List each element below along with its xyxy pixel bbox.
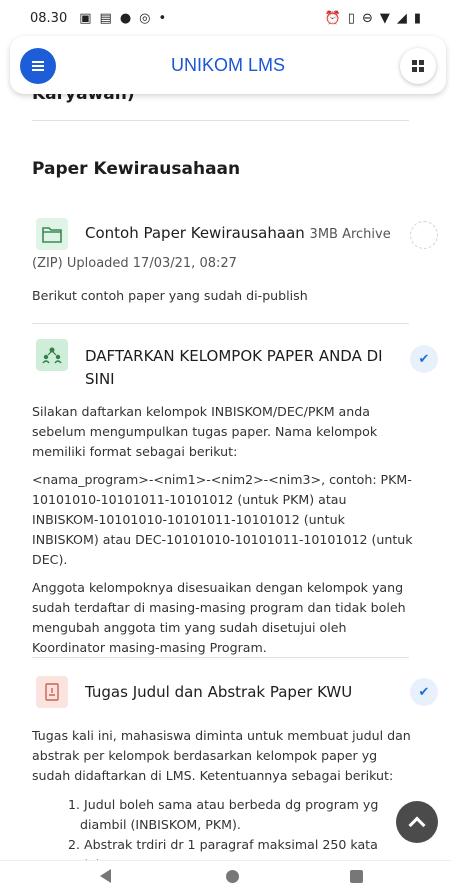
menu-button[interactable] [20, 48, 56, 84]
activity-description: Berikut contoh paper yang sudah di-publi… [32, 288, 308, 303]
activity-title-line1[interactable]: DAFTARKAN KELOMPOK PAPER ANDA DI [85, 345, 383, 368]
app-header: UNIKOM LMS [10, 36, 446, 94]
signal-icon: ◢ [396, 10, 407, 26]
dnd-icon: ⊖ [361, 10, 373, 26]
divider [32, 657, 409, 658]
status-time: 08.30 [30, 10, 68, 26]
requirements-list: 1. Judul boleh sama atau berbeda dg prog… [32, 795, 414, 860]
image-icon: ▣ [79, 10, 92, 26]
grid-icon [412, 60, 424, 72]
chevron-up-icon [408, 816, 426, 833]
home-nav-icon[interactable] [226, 870, 239, 883]
list-item: 1. Judul boleh sama atau berbeda dg prog… [68, 797, 379, 832]
folder-icon [36, 218, 68, 250]
assignment-icon [36, 676, 68, 708]
battery-icon: ▮ [413, 10, 421, 26]
message-icon: ▤ [99, 10, 112, 26]
activity-link-tugas-judul[interactable]: Tugas Judul dan Abstrak Paper KWU [85, 681, 352, 704]
activity-link-contoh-paper[interactable]: Contoh Paper Kewirausahaan 3MB Archive [85, 222, 391, 246]
description-paragraph: Silakan daftarkan kelompok INBISKOM/DEC/… [32, 404, 378, 459]
recent-apps-icon[interactable] [350, 870, 363, 883]
divider [32, 120, 409, 121]
activity-link-daftarkan-kelompok[interactable]: DAFTARKAN KELOMPOK PAPER ANDA DI SINI [85, 345, 383, 391]
activity-meta: 3MB Archive [309, 227, 391, 242]
instagram-icon: ◎ [139, 10, 151, 26]
vibrate-icon: ▯ [347, 10, 355, 26]
course-content[interactable]: Karyawan) Paper Kewirausahaan Contoh Pap… [0, 80, 451, 860]
activity-meta-line: (ZIP) Uploaded 17/03/21, 08:27 [32, 256, 237, 271]
hamburger-icon [32, 61, 44, 71]
description-paragraph: Anggota kelompoknya disesuaikan dengan k… [32, 580, 406, 655]
activity-title[interactable]: Tugas Judul dan Abstrak Paper KWU [85, 683, 352, 701]
back-nav-icon[interactable] [100, 869, 111, 883]
group-icon [36, 339, 68, 371]
divider [32, 323, 409, 324]
back-to-top-button[interactable] [396, 801, 438, 843]
list-item: 2. Abstrak trdiri dr 1 paragraf maksimal… [68, 837, 378, 860]
wifi-icon: ▼ [379, 10, 390, 26]
dot-icon: • [158, 10, 167, 26]
activity-title[interactable]: Contoh Paper Kewirausahaan [85, 224, 305, 242]
activity-description: Silakan daftarkan kelompok INBISKOM/DEC/… [32, 402, 414, 666]
completion-checkbox[interactable] [410, 221, 438, 249]
alarm-icon: ⏰ [324, 10, 341, 26]
section-title: Paper Kewirausahaan [32, 159, 241, 179]
messenger-icon: ● [119, 10, 132, 26]
completion-check-icon[interactable]: ✔ [410, 345, 438, 373]
system-nav-bar [0, 860, 451, 888]
completion-check-icon[interactable]: ✔ [410, 678, 438, 706]
status-bar: 08.30 ▣ ▤ ● ◎ • ⏰ ▯ ⊖ ▼ ◢ ▮ [0, 0, 451, 36]
description-paragraph: <nama_program>-<nim1>-<nim2>-<nim3>, con… [32, 472, 413, 567]
activity-title-line2[interactable]: SINI [85, 368, 383, 391]
blocks-button[interactable] [400, 48, 436, 84]
app-title: UNIKOM LMS [170, 54, 285, 75]
activity-description: Tugas kali ini, mahasiswa diminta untuk … [32, 728, 411, 783]
